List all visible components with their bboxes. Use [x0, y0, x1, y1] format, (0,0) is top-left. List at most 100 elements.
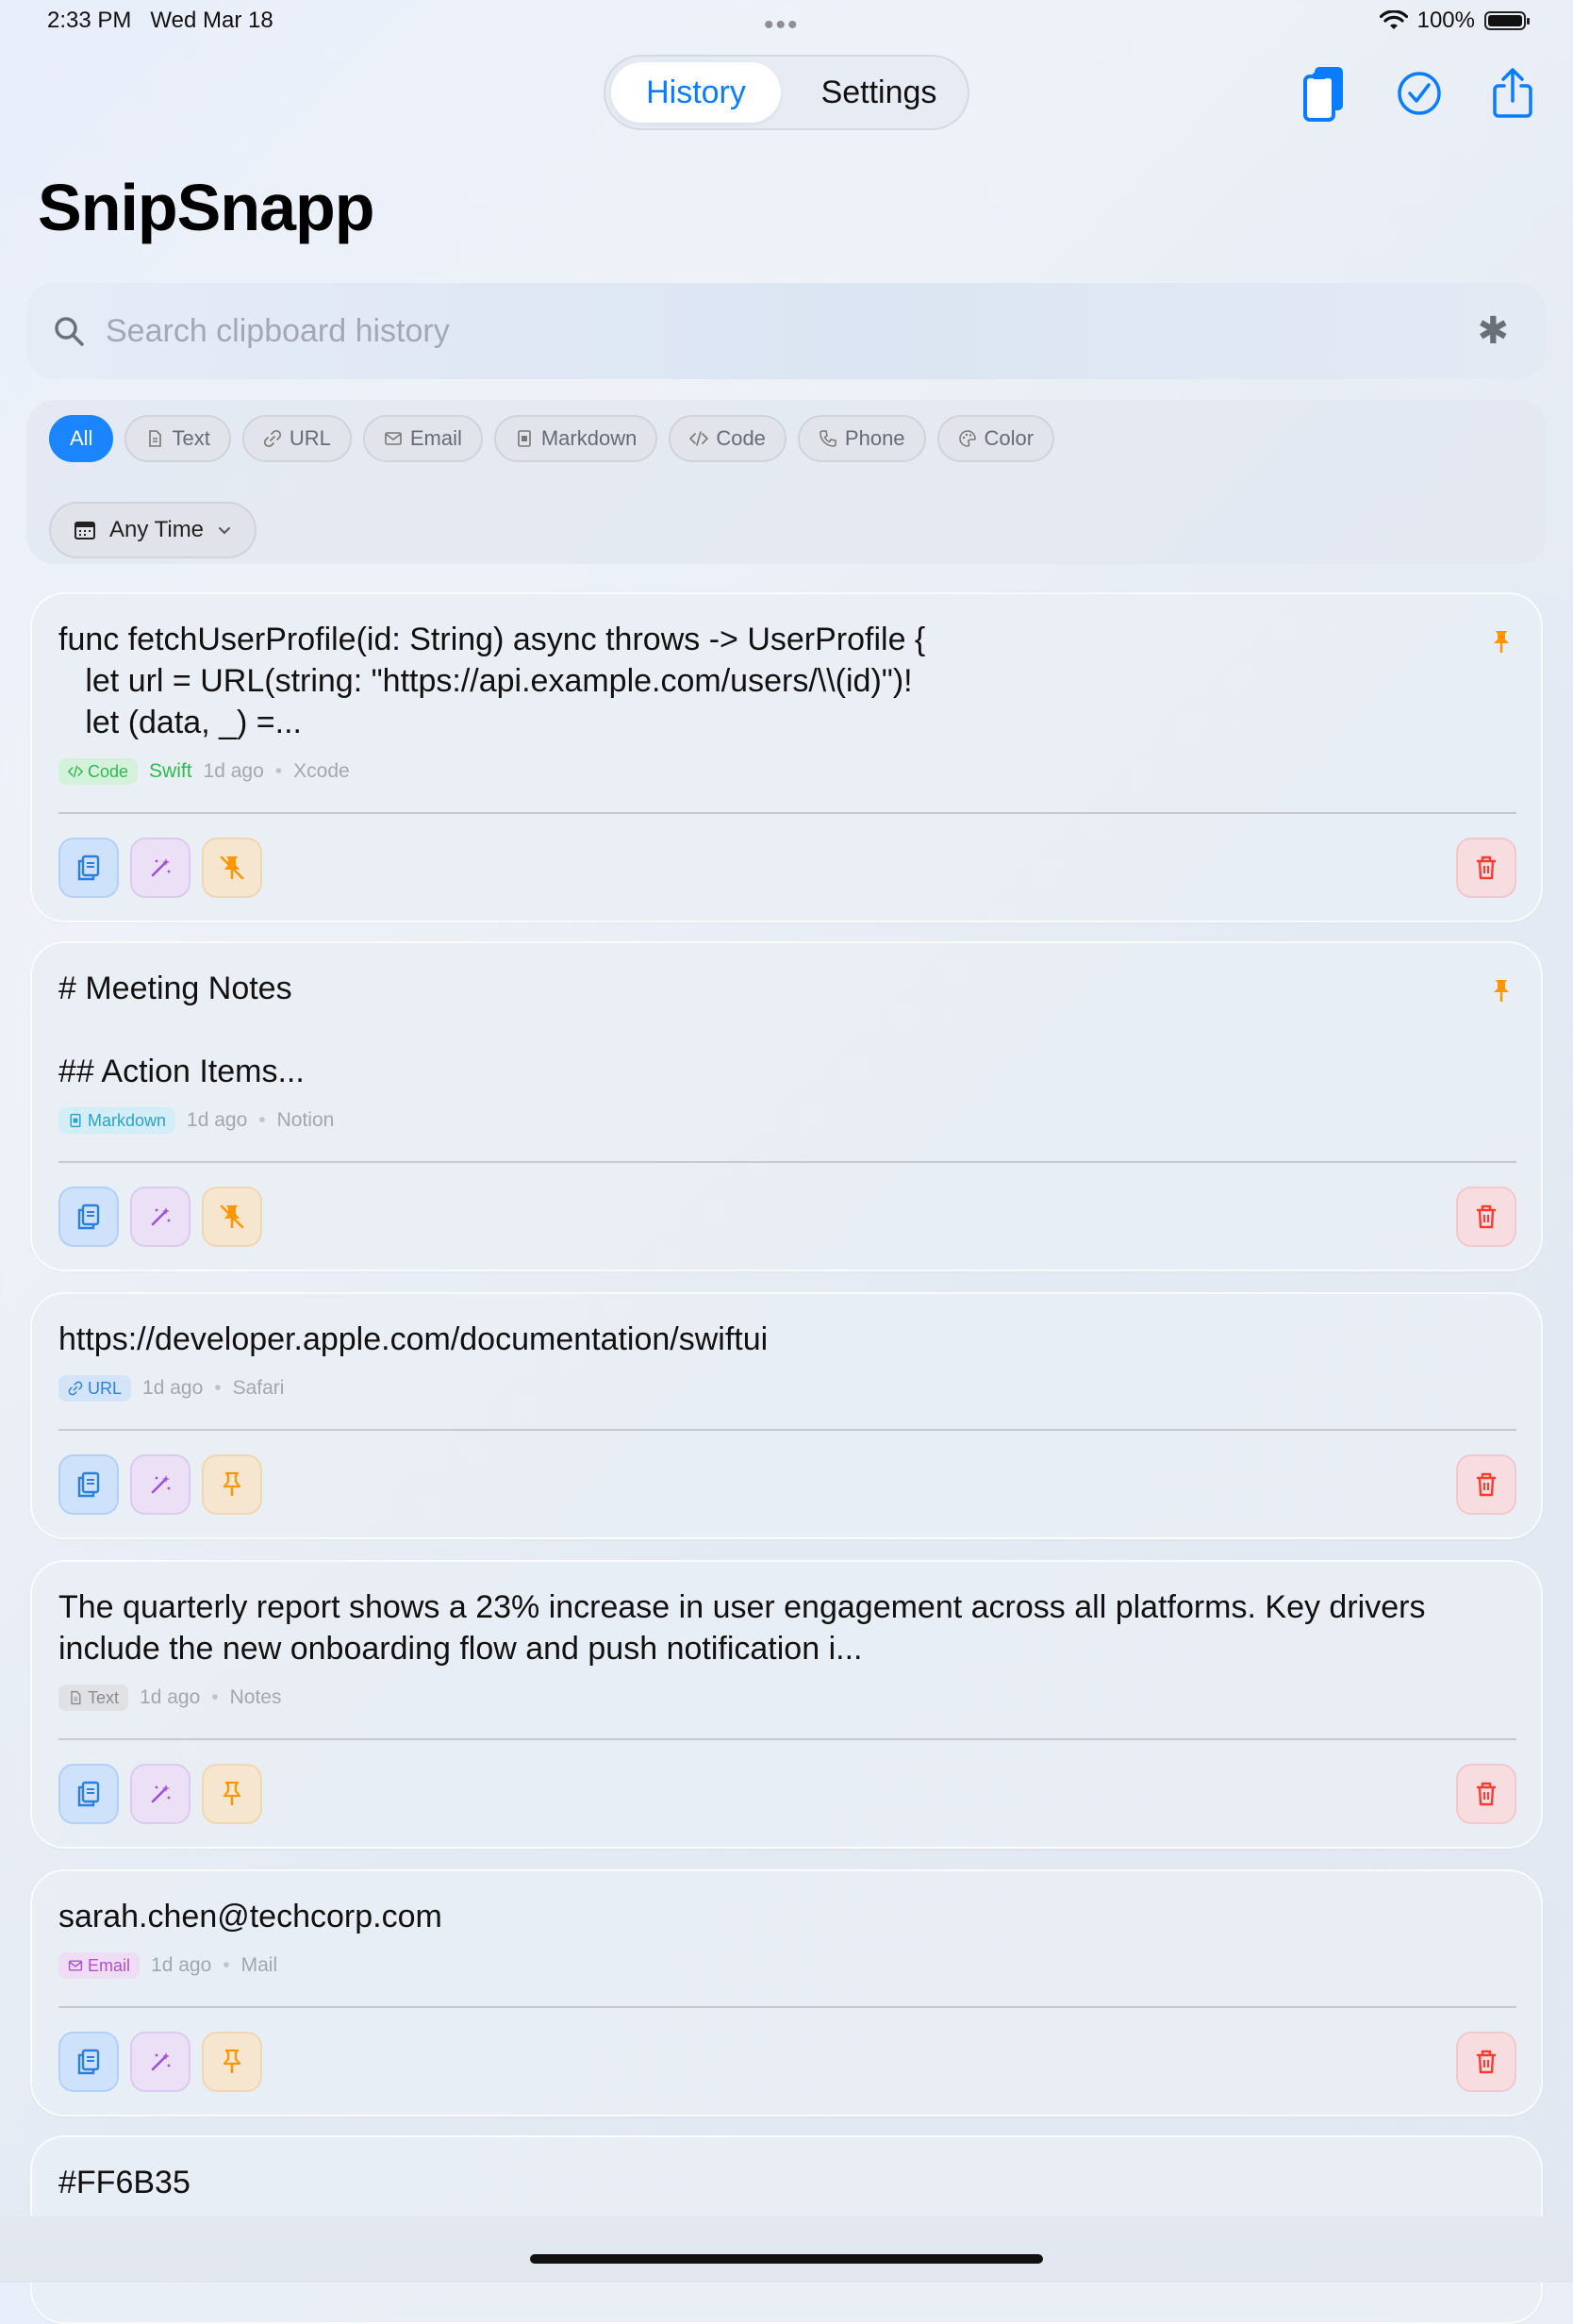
copy-button[interactable]: [58, 1454, 119, 1515]
chip-label: Email: [409, 426, 462, 450]
delete-button[interactable]: [1456, 2032, 1516, 2092]
tab-history[interactable]: History: [611, 62, 781, 123]
chip-label: Color: [984, 426, 1035, 450]
link-icon: [263, 429, 281, 448]
magic-wand-icon: [151, 1207, 171, 1226]
trash-icon: [1477, 1782, 1496, 1806]
filter-chip-email[interactable]: Email: [362, 415, 483, 462]
unpin-button[interactable]: [202, 838, 262, 898]
type-badge: URL: [58, 1375, 132, 1402]
trash-icon: [1477, 855, 1496, 880]
pin-button[interactable]: [202, 1454, 262, 1515]
divider: [58, 1161, 1516, 1163]
delete-button[interactable]: [1456, 1454, 1516, 1515]
clip-time: 1d ago: [151, 1954, 212, 1976]
markdown-doc-icon: [518, 430, 531, 447]
clip-card[interactable]: https://developer.apple.com/documentatio…: [30, 1292, 1543, 1539]
copy-icon: [77, 2049, 100, 2075]
pin-button[interactable]: [202, 2032, 262, 2092]
clip-actions: [58, 1764, 262, 1824]
clip-card[interactable]: The quarterly report shows a 23% increas…: [30, 1560, 1543, 1849]
status-time: 2:33 PM Wed Mar 18: [47, 8, 273, 34]
clip-card[interactable]: # Meeting Notes ## Action Items... Markd…: [30, 941, 1543, 1271]
filter-chip-url[interactable]: URL: [241, 415, 352, 462]
transform-button[interactable]: [130, 2032, 190, 2092]
multitasking-dots-icon[interactable]: •••: [764, 9, 800, 42]
calendar-icon: [75, 522, 95, 540]
transform-button[interactable]: [130, 1454, 190, 1515]
chip-label: Phone: [844, 426, 905, 450]
clip-time: 1d ago: [203, 760, 264, 782]
chip-label: Text: [172, 426, 210, 450]
filter-chip-all[interactable]: All: [49, 415, 114, 462]
chip-label: Code: [716, 426, 766, 450]
share-icon: [1493, 68, 1532, 118]
clip-card[interactable]: func fetchUserProfile(id: String) async …: [30, 592, 1543, 922]
clip-meta: Text 1d ago • Notes: [58, 1685, 281, 1711]
chevron-down-icon: [219, 527, 231, 535]
trash-icon: [1477, 1204, 1496, 1229]
copy-icon: [77, 1781, 100, 1807]
copy-button[interactable]: [58, 1764, 119, 1824]
pin-icon: [223, 1471, 241, 1496]
copy-icon: [77, 855, 100, 881]
delete-button[interactable]: [1456, 1187, 1516, 1247]
type-badge-label: Email: [88, 1955, 131, 1975]
clip-source: Notion: [276, 1109, 335, 1131]
copy-button[interactable]: [58, 838, 119, 898]
delete-button[interactable]: [1456, 838, 1516, 898]
transform-button[interactable]: [130, 1764, 190, 1824]
clip-card[interactable]: sarah.chen@techcorp.com Email 1d ago • M…: [30, 1869, 1543, 2116]
clip-meta: URL 1d ago • Safari: [58, 1375, 284, 1402]
envelope-icon: [385, 432, 402, 445]
clip-actions: [58, 1187, 262, 1247]
search-input[interactable]: [104, 311, 1428, 351]
pin-icon: [223, 2049, 241, 2073]
wifi-icon: [1379, 10, 1408, 29]
clip-actions: [58, 1454, 262, 1515]
search-bar[interactable]: ✱: [26, 283, 1547, 379]
pin-button[interactable]: [202, 1764, 262, 1824]
copy-button[interactable]: [58, 1187, 119, 1247]
separator-dot: •: [214, 1377, 222, 1399]
separator-dot: •: [223, 1954, 230, 1976]
transform-button[interactable]: [130, 1187, 190, 1247]
filter-chip-color[interactable]: Color: [936, 415, 1055, 462]
code-icon: [68, 765, 83, 778]
filter-panel: All Text URL Email Markdown Code Phone C…: [26, 400, 1547, 564]
delete-button[interactable]: [1456, 1764, 1516, 1824]
separator-dot: •: [258, 1109, 266, 1131]
separator-dot: •: [211, 1686, 219, 1708]
tab-switcher: History Settings: [604, 55, 969, 130]
sparkle-icon[interactable]: ✱: [1477, 309, 1509, 353]
magic-wand-icon: [151, 1475, 171, 1494]
type-filter-chips: All Text URL Email Markdown Code Phone C…: [49, 415, 1055, 462]
filter-chip-code[interactable]: Code: [669, 415, 786, 462]
copy-icon: [77, 1471, 100, 1498]
magic-wand-icon: [151, 858, 171, 877]
tab-settings[interactable]: Settings: [794, 62, 964, 123]
trash-icon: [1477, 1472, 1496, 1497]
home-indicator[interactable]: [530, 2254, 1043, 2264]
clock: 2:33 PM: [47, 8, 132, 33]
clip-time: 1d ago: [187, 1109, 248, 1131]
filter-chip-markdown[interactable]: Markdown: [493, 415, 658, 462]
select-button[interactable]: [1391, 62, 1448, 124]
clipboard-capture-button[interactable]: [1297, 62, 1353, 124]
clip-meta: Code Swift 1d ago • Xcode: [58, 758, 350, 785]
filter-chip-text[interactable]: Text: [124, 415, 231, 462]
transform-button[interactable]: [130, 838, 190, 898]
phone-icon: [820, 430, 836, 447]
share-button[interactable]: [1484, 62, 1541, 124]
pin-filled-icon: [1494, 631, 1509, 653]
filter-chip-phone[interactable]: Phone: [797, 415, 926, 462]
clip-content: https://developer.apple.com/documentatio…: [58, 1321, 769, 1357]
divider: [58, 1738, 1516, 1740]
type-badge: Email: [58, 1952, 141, 1979]
status-indicators: 100%: [1379, 8, 1530, 34]
time-filter-dropdown[interactable]: Any Time: [49, 502, 257, 558]
copy-button[interactable]: [58, 2032, 119, 2092]
separator-dot: •: [274, 760, 283, 782]
clip-content: #FF6B35: [58, 2165, 190, 2200]
unpin-button[interactable]: [202, 1187, 262, 1247]
